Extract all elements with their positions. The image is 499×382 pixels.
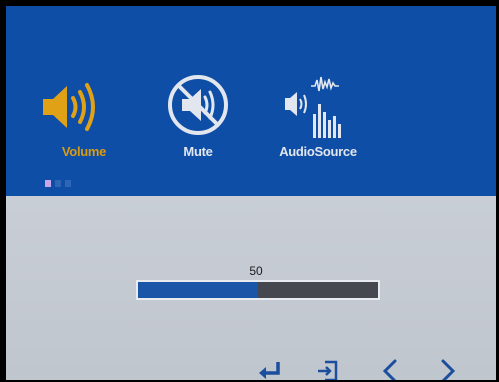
- volume-value: 50: [249, 264, 263, 278]
- menu-item-audio-source[interactable]: AudioSource: [263, 74, 373, 166]
- menu-item-label: AudioSource: [279, 144, 357, 159]
- speaker-volume-icon: [43, 83, 95, 131]
- menu-item-label: Mute: [183, 144, 213, 159]
- exit-icon[interactable]: [314, 358, 342, 380]
- volume-slider-fill: [138, 282, 258, 298]
- menu-panel: Volume Mute AudioSource: [6, 6, 496, 196]
- speaker-mute-icon: [168, 75, 228, 135]
- menu-item-label: Volume: [61, 144, 107, 159]
- volume-slider[interactable]: [136, 280, 380, 300]
- enter-icon[interactable]: [256, 358, 284, 380]
- right-arrow-icon[interactable]: [434, 358, 462, 380]
- audio-source-icon: [285, 76, 341, 138]
- osd-screen: Volume Mute AudioSource 50: [6, 6, 496, 380]
- page-dot: [55, 180, 61, 187]
- menu-item-mute[interactable]: Mute: [143, 74, 253, 166]
- page-dot: [65, 180, 71, 187]
- page-dot-active: [45, 180, 51, 187]
- menu-item-volume[interactable]: Volume: [29, 74, 139, 166]
- left-arrow-icon[interactable]: [376, 358, 404, 380]
